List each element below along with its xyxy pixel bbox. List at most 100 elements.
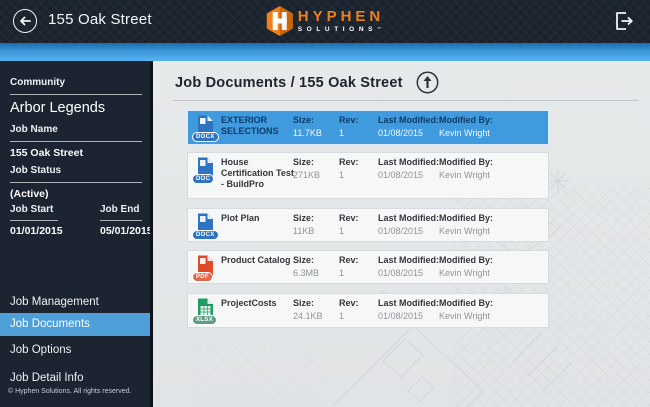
rev-value: 1 xyxy=(339,311,345,321)
rev-label: Rev: xyxy=(339,255,359,265)
sidebar-item-job-management[interactable]: Job Management xyxy=(0,291,150,314)
modified-by-cell: Modified By: Kevin Wright xyxy=(439,298,493,322)
separator-line xyxy=(10,182,142,183)
doc-file-icon: DOC xyxy=(192,157,218,184)
job-status-label: Job Status xyxy=(10,165,62,176)
rev-cell: Rev: 1 xyxy=(339,157,359,181)
last-modified-cell: Last Modified: 01/08/2015 xyxy=(378,255,439,279)
job-documents-app: 155 Oak Street HYPHEN SOLUTIONS™ Communi… xyxy=(0,0,650,407)
last-modified-label: Last Modified: xyxy=(378,255,439,265)
rev-cell: Rev: 1 xyxy=(339,115,359,139)
job-end-label: Job End xyxy=(100,204,140,215)
modified-by-value: Kevin Wright xyxy=(439,226,490,236)
size-value: 6.3MB xyxy=(293,268,320,278)
sidebar: Community Arbor Legends Job Name 155 Oak… xyxy=(0,61,153,407)
logout-button[interactable] xyxy=(612,9,636,33)
file-type-badge: DOCX xyxy=(192,132,219,142)
title-separator xyxy=(173,100,638,101)
size-value: 11.7KB xyxy=(293,128,322,138)
modified-by-label: Modified By: xyxy=(439,157,493,167)
copyright-text: © Hyphen Solutions. All rights reserved. xyxy=(8,388,132,395)
logo-sub-word: SOLUTIONS xyxy=(297,25,378,33)
modified-by-cell: Modified By: Kevin Wright xyxy=(439,255,493,279)
document-row-exterior-selections[interactable]: DOCX EXTERIOR SELECTIONS Size: 11.7KB Re… xyxy=(187,110,549,145)
hyphen-hexagon-icon xyxy=(266,6,293,36)
last-modified-cell: Last Modified: 01/08/2015 xyxy=(378,157,439,181)
rev-cell: Rev: 1 xyxy=(339,213,359,237)
modified-by-value: Kevin Wright xyxy=(439,128,490,138)
back-button[interactable] xyxy=(13,9,37,33)
size-value: 11KB xyxy=(293,226,315,236)
rev-cell: Rev: 1 xyxy=(339,298,359,322)
document-row-house-certification-test[interactable]: DOC House Certification Test - BuildPro … xyxy=(187,152,549,199)
sidebar-item-job-documents[interactable]: Job Documents xyxy=(0,313,150,336)
job-status-value: (Active) xyxy=(10,188,49,200)
document-row-product-catalog[interactable]: PDF Product Catalog Size: 6.3MB Rev: 1 L… xyxy=(187,250,549,284)
rev-label: Rev: xyxy=(339,213,359,223)
document-row-projectcosts[interactable]: XLSX ProjectCosts Size: 24.1KB Rev: 1 La… xyxy=(187,293,549,328)
job-start-label: Job Start xyxy=(10,204,54,215)
document-name: Plot Plan xyxy=(221,213,260,223)
sidebar-item-job-options[interactable]: Job Options xyxy=(0,339,150,362)
document-name: ProjectCosts xyxy=(221,298,277,308)
document-name: EXTERIOR SELECTIONS xyxy=(221,115,279,136)
file-type-badge: DOC xyxy=(192,174,215,184)
size-value: 271KB xyxy=(293,170,321,180)
rev-cell: Rev: 1 xyxy=(339,255,359,279)
logo-wordmark: HYPHEN SOLUTIONS™ xyxy=(298,9,385,34)
size-label: Size: xyxy=(293,298,315,308)
last-modified-value: 01/08/2015 xyxy=(378,128,424,138)
size-label: Size: xyxy=(293,213,315,223)
file-type-badge: XLSX xyxy=(192,315,217,325)
hyphen-solutions-logo: HYPHEN SOLUTIONS™ xyxy=(266,5,385,37)
size-cell: Size: 11KB xyxy=(293,213,314,237)
scroll-to-top-button[interactable] xyxy=(416,71,439,94)
community-label: Community xyxy=(10,77,65,88)
last-modified-value: 01/08/2015 xyxy=(378,170,424,180)
rev-label: Rev: xyxy=(339,115,359,125)
file-type-badge: DOCX xyxy=(192,230,219,240)
content-area: Job Documents / 155 Oak Street DOCX EXTE… xyxy=(153,61,650,407)
rev-value: 1 xyxy=(339,128,345,138)
file-type-badge: PDF xyxy=(192,272,213,282)
size-cell: Size: 24.1KB xyxy=(293,298,323,322)
sidebar-item-job-detail-info[interactable]: Job Detail Info xyxy=(0,367,150,390)
modified-by-value: Kevin Wright xyxy=(439,311,490,321)
top-bar: 155 Oak Street HYPHEN SOLUTIONS™ xyxy=(0,0,650,43)
size-cell: Size: 271KB xyxy=(293,157,320,181)
last-modified-cell: Last Modified: 01/08/2015 xyxy=(378,115,439,139)
rev-value: 1 xyxy=(339,170,345,180)
rev-value: 1 xyxy=(339,268,345,278)
job-name-label: Job Name xyxy=(10,124,58,135)
job-start-value: 01/01/2015 xyxy=(10,225,63,237)
accent-bar xyxy=(0,43,650,61)
last-modified-value: 01/08/2015 xyxy=(378,268,424,278)
separator-line xyxy=(10,94,142,95)
up-arrow-icon xyxy=(416,71,439,94)
document-name: Product Catalog xyxy=(221,255,291,265)
modified-by-value: Kevin Wright xyxy=(439,268,490,278)
modified-by-label: Modified By: xyxy=(439,298,493,308)
size-cell: Size: 11.7KB xyxy=(293,115,322,139)
last-modified-label: Last Modified: xyxy=(378,115,439,125)
modified-by-cell: Modified By: Kevin Wright xyxy=(439,213,493,237)
last-modified-label: Last Modified: xyxy=(378,213,439,223)
separator-line xyxy=(10,141,142,142)
modified-by-label: Modified By: xyxy=(439,213,493,223)
community-name: Arbor Legends xyxy=(10,100,106,116)
breadcrumb-row: Job Documents / 155 Oak Street xyxy=(175,71,439,94)
separator-line xyxy=(10,220,58,221)
document-name: House Certification Test - BuildPro xyxy=(221,157,294,189)
job-name-value: 155 Oak Street xyxy=(10,147,83,159)
logout-icon xyxy=(616,12,633,30)
last-modified-value: 01/08/2015 xyxy=(378,311,424,321)
xlsx-file-icon: XLSX xyxy=(192,298,218,325)
breadcrumb: Job Documents / 155 Oak Street xyxy=(175,74,403,91)
modified-by-cell: Modified By: Kevin Wright xyxy=(439,115,493,139)
job-end-value: 05/01/2015 xyxy=(100,225,153,237)
size-value: 24.1KB xyxy=(293,311,323,321)
docx-file-icon: DOCX xyxy=(192,213,219,240)
docx-file-icon: DOCX xyxy=(192,115,219,142)
last-modified-cell: Last Modified: 01/08/2015 xyxy=(378,213,439,237)
document-row-plot-plan[interactable]: DOCX Plot Plan Size: 11KB Rev: 1 Last Mo… xyxy=(187,208,549,242)
